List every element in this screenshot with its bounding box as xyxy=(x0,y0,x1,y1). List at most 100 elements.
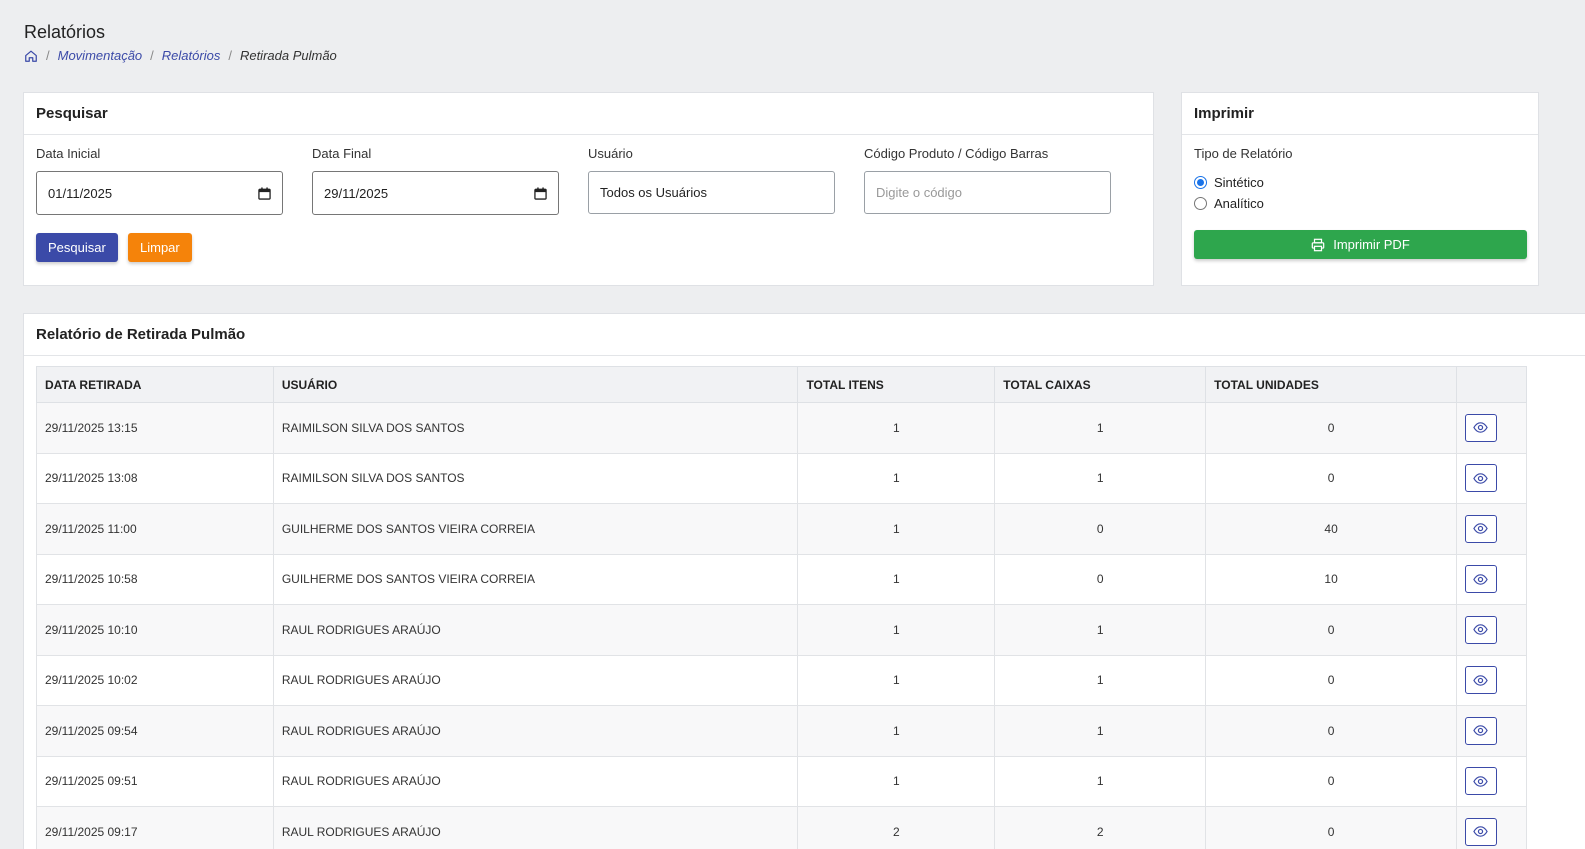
cell-data-retirada: 29/11/2025 09:54 xyxy=(36,705,274,757)
table-row: 29/11/2025 09:17 RAUL RODRIGUES ARAÚJO 2 2 0 xyxy=(36,806,1528,849)
data-inicial-input[interactable]: 01/11/2025 xyxy=(36,171,283,215)
usuario-value: Todos os Usuários xyxy=(600,185,707,200)
cell-total-caixas: 2 xyxy=(994,806,1207,849)
table-row: 29/11/2025 10:10 RAUL RODRIGUES ARAÚJO 1 1 0 xyxy=(36,604,1528,656)
search-card: Pesquisar Data Inicial 01/11/2025 Data F… xyxy=(23,92,1154,286)
column-header-data-retirada[interactable]: DATA RETIRADA xyxy=(36,366,274,403)
data-inicial-label: Data Inicial xyxy=(36,146,101,161)
page-title: Relatórios xyxy=(24,22,106,42)
cell-total-caixas: 0 xyxy=(994,503,1207,555)
cell-actions xyxy=(1455,503,1528,555)
view-details-button[interactable] xyxy=(1464,464,1497,493)
eye-icon xyxy=(1473,622,1489,637)
cell-usuario: RAUL RODRIGUES ARAÚJO xyxy=(272,755,799,807)
radio-analitico-control[interactable] xyxy=(1194,197,1207,210)
eye-icon xyxy=(1473,723,1489,738)
table-row: 29/11/2025 11:00 GUILHERME DOS SANTOS VIE… xyxy=(36,503,1528,555)
view-details-button[interactable] xyxy=(1464,565,1497,594)
tipo-relatorio-label: Tipo de Relatório xyxy=(1194,146,1293,161)
table-row: 29/11/2025 09:51 RAUL RODRIGUES ARAÚJO 1 1 0 xyxy=(36,755,1528,807)
cell-total-itens: 1 xyxy=(797,402,996,454)
data-final-label: Data Final xyxy=(312,146,372,161)
cell-total-unidades: 0 xyxy=(1205,705,1457,757)
cell-usuario: RAUL RODRIGUES ARAÚJO xyxy=(272,705,799,757)
usuario-label: Usuário xyxy=(588,146,633,161)
radio-sintetico-control[interactable] xyxy=(1194,176,1207,189)
cell-data-retirada: 29/11/2025 10:02 xyxy=(36,654,274,706)
eye-icon xyxy=(1473,774,1489,789)
view-details-button[interactable] xyxy=(1464,767,1497,796)
eye-icon xyxy=(1473,673,1489,688)
cell-actions xyxy=(1455,806,1528,849)
breadcrumb-separator: / xyxy=(46,48,50,63)
view-details-button[interactable] xyxy=(1464,514,1497,543)
codigo-label: Código Produto / Código Barras xyxy=(864,146,1049,161)
view-details-button[interactable] xyxy=(1464,666,1497,695)
report-card: Relatório de Retirada Pulmão DATA RETIRA… xyxy=(23,313,1585,849)
cell-actions xyxy=(1455,452,1528,504)
cell-usuario: GUILHERME DOS SANTOS VIEIRA CORREIA xyxy=(272,553,799,605)
cell-usuario: RAUL RODRIGUES ARAÚJO xyxy=(272,806,799,849)
cell-usuario: RAIMILSON SILVA DOS SANTOS xyxy=(272,402,799,454)
home-icon[interactable] xyxy=(24,49,38,63)
view-details-button[interactable] xyxy=(1464,817,1497,846)
cell-total-unidades: 40 xyxy=(1205,503,1457,555)
breadcrumb-separator: / xyxy=(228,48,232,63)
cell-actions xyxy=(1455,755,1528,807)
eye-icon xyxy=(1473,420,1489,435)
cell-total-unidades: 0 xyxy=(1205,604,1457,656)
cell-data-retirada: 29/11/2025 10:58 xyxy=(36,553,274,605)
cell-data-retirada: 29/11/2025 13:08 xyxy=(36,452,274,504)
cell-total-caixas: 1 xyxy=(994,755,1207,807)
table-row: 29/11/2025 10:02 RAUL RODRIGUES ARAÚJO 1 1 0 xyxy=(36,654,1528,706)
view-details-button[interactable] xyxy=(1464,413,1497,442)
cell-actions xyxy=(1455,654,1528,706)
breadcrumb-movimentacao[interactable]: Movimentação xyxy=(58,48,143,63)
cell-total-unidades: 0 xyxy=(1205,654,1457,706)
codigo-input[interactable]: Digite o código xyxy=(864,171,1111,214)
cell-actions xyxy=(1455,553,1528,605)
print-card-header: Imprimir xyxy=(1182,93,1538,135)
column-header-usuario[interactable]: USUÁRIO xyxy=(272,366,799,403)
print-card: Imprimir Tipo de Relatório Sintético Ana… xyxy=(1181,92,1539,286)
imprimir-pdf-button[interactable]: Imprimir PDF xyxy=(1194,230,1527,259)
cell-total-caixas: 0 xyxy=(994,553,1207,605)
cell-data-retirada: 29/11/2025 11:00 xyxy=(36,503,274,555)
calendar-icon[interactable] xyxy=(534,186,547,200)
column-header-total-itens[interactable]: TOTAL ITENS xyxy=(797,366,996,403)
column-header-actions xyxy=(1455,366,1528,403)
printer-icon xyxy=(1311,238,1325,252)
imprimir-pdf-label: Imprimir PDF xyxy=(1333,237,1410,252)
view-details-button[interactable] xyxy=(1464,615,1497,644)
cell-total-unidades: 0 xyxy=(1205,402,1457,454)
data-final-input[interactable]: 29/11/2025 xyxy=(312,171,559,215)
eye-icon xyxy=(1473,572,1489,587)
codigo-placeholder: Digite o código xyxy=(876,185,962,200)
cell-actions xyxy=(1455,402,1528,454)
breadcrumb-relatorios[interactable]: Relatórios xyxy=(162,48,221,63)
table-header-row: DATA RETIRADA USUÁRIO TOTAL ITENS TOTAL … xyxy=(36,366,1528,403)
data-inicial-value: 01/11/2025 xyxy=(48,185,113,201)
column-header-total-unidades[interactable]: TOTAL UNIDADES xyxy=(1205,366,1457,403)
table-row: 29/11/2025 13:08 RAIMILSON SILVA DOS SANT… xyxy=(36,452,1528,504)
radio-sintetico-label: Sintético xyxy=(1214,175,1264,190)
view-details-button[interactable] xyxy=(1464,716,1497,745)
cell-total-itens: 1 xyxy=(797,452,996,504)
data-final-field: Data Final 29/11/2025 xyxy=(312,146,559,215)
cell-total-unidades: 0 xyxy=(1205,452,1457,504)
radio-analitico[interactable]: Analítico xyxy=(1194,196,1264,211)
cell-total-caixas: 1 xyxy=(994,604,1207,656)
limpar-button[interactable]: Limpar xyxy=(128,233,192,262)
cell-total-itens: 1 xyxy=(797,553,996,605)
radio-analitico-label: Analítico xyxy=(1214,196,1264,211)
table-row: 29/11/2025 13:15 RAIMILSON SILVA DOS SANT… xyxy=(36,402,1528,454)
radio-sintetico[interactable]: Sintético xyxy=(1194,175,1264,190)
calendar-icon[interactable] xyxy=(258,186,271,200)
usuario-select[interactable]: Todos os Usuários xyxy=(588,171,835,214)
column-header-total-caixas[interactable]: TOTAL CAIXAS xyxy=(994,366,1207,403)
data-final-value: 29/11/2025 xyxy=(324,185,389,201)
pesquisar-button[interactable]: Pesquisar xyxy=(36,233,118,262)
cell-total-itens: 1 xyxy=(797,705,996,757)
report-table: DATA RETIRADA USUÁRIO TOTAL ITENS TOTAL … xyxy=(36,366,1528,849)
cell-usuario: RAUL RODRIGUES ARAÚJO xyxy=(272,654,799,706)
